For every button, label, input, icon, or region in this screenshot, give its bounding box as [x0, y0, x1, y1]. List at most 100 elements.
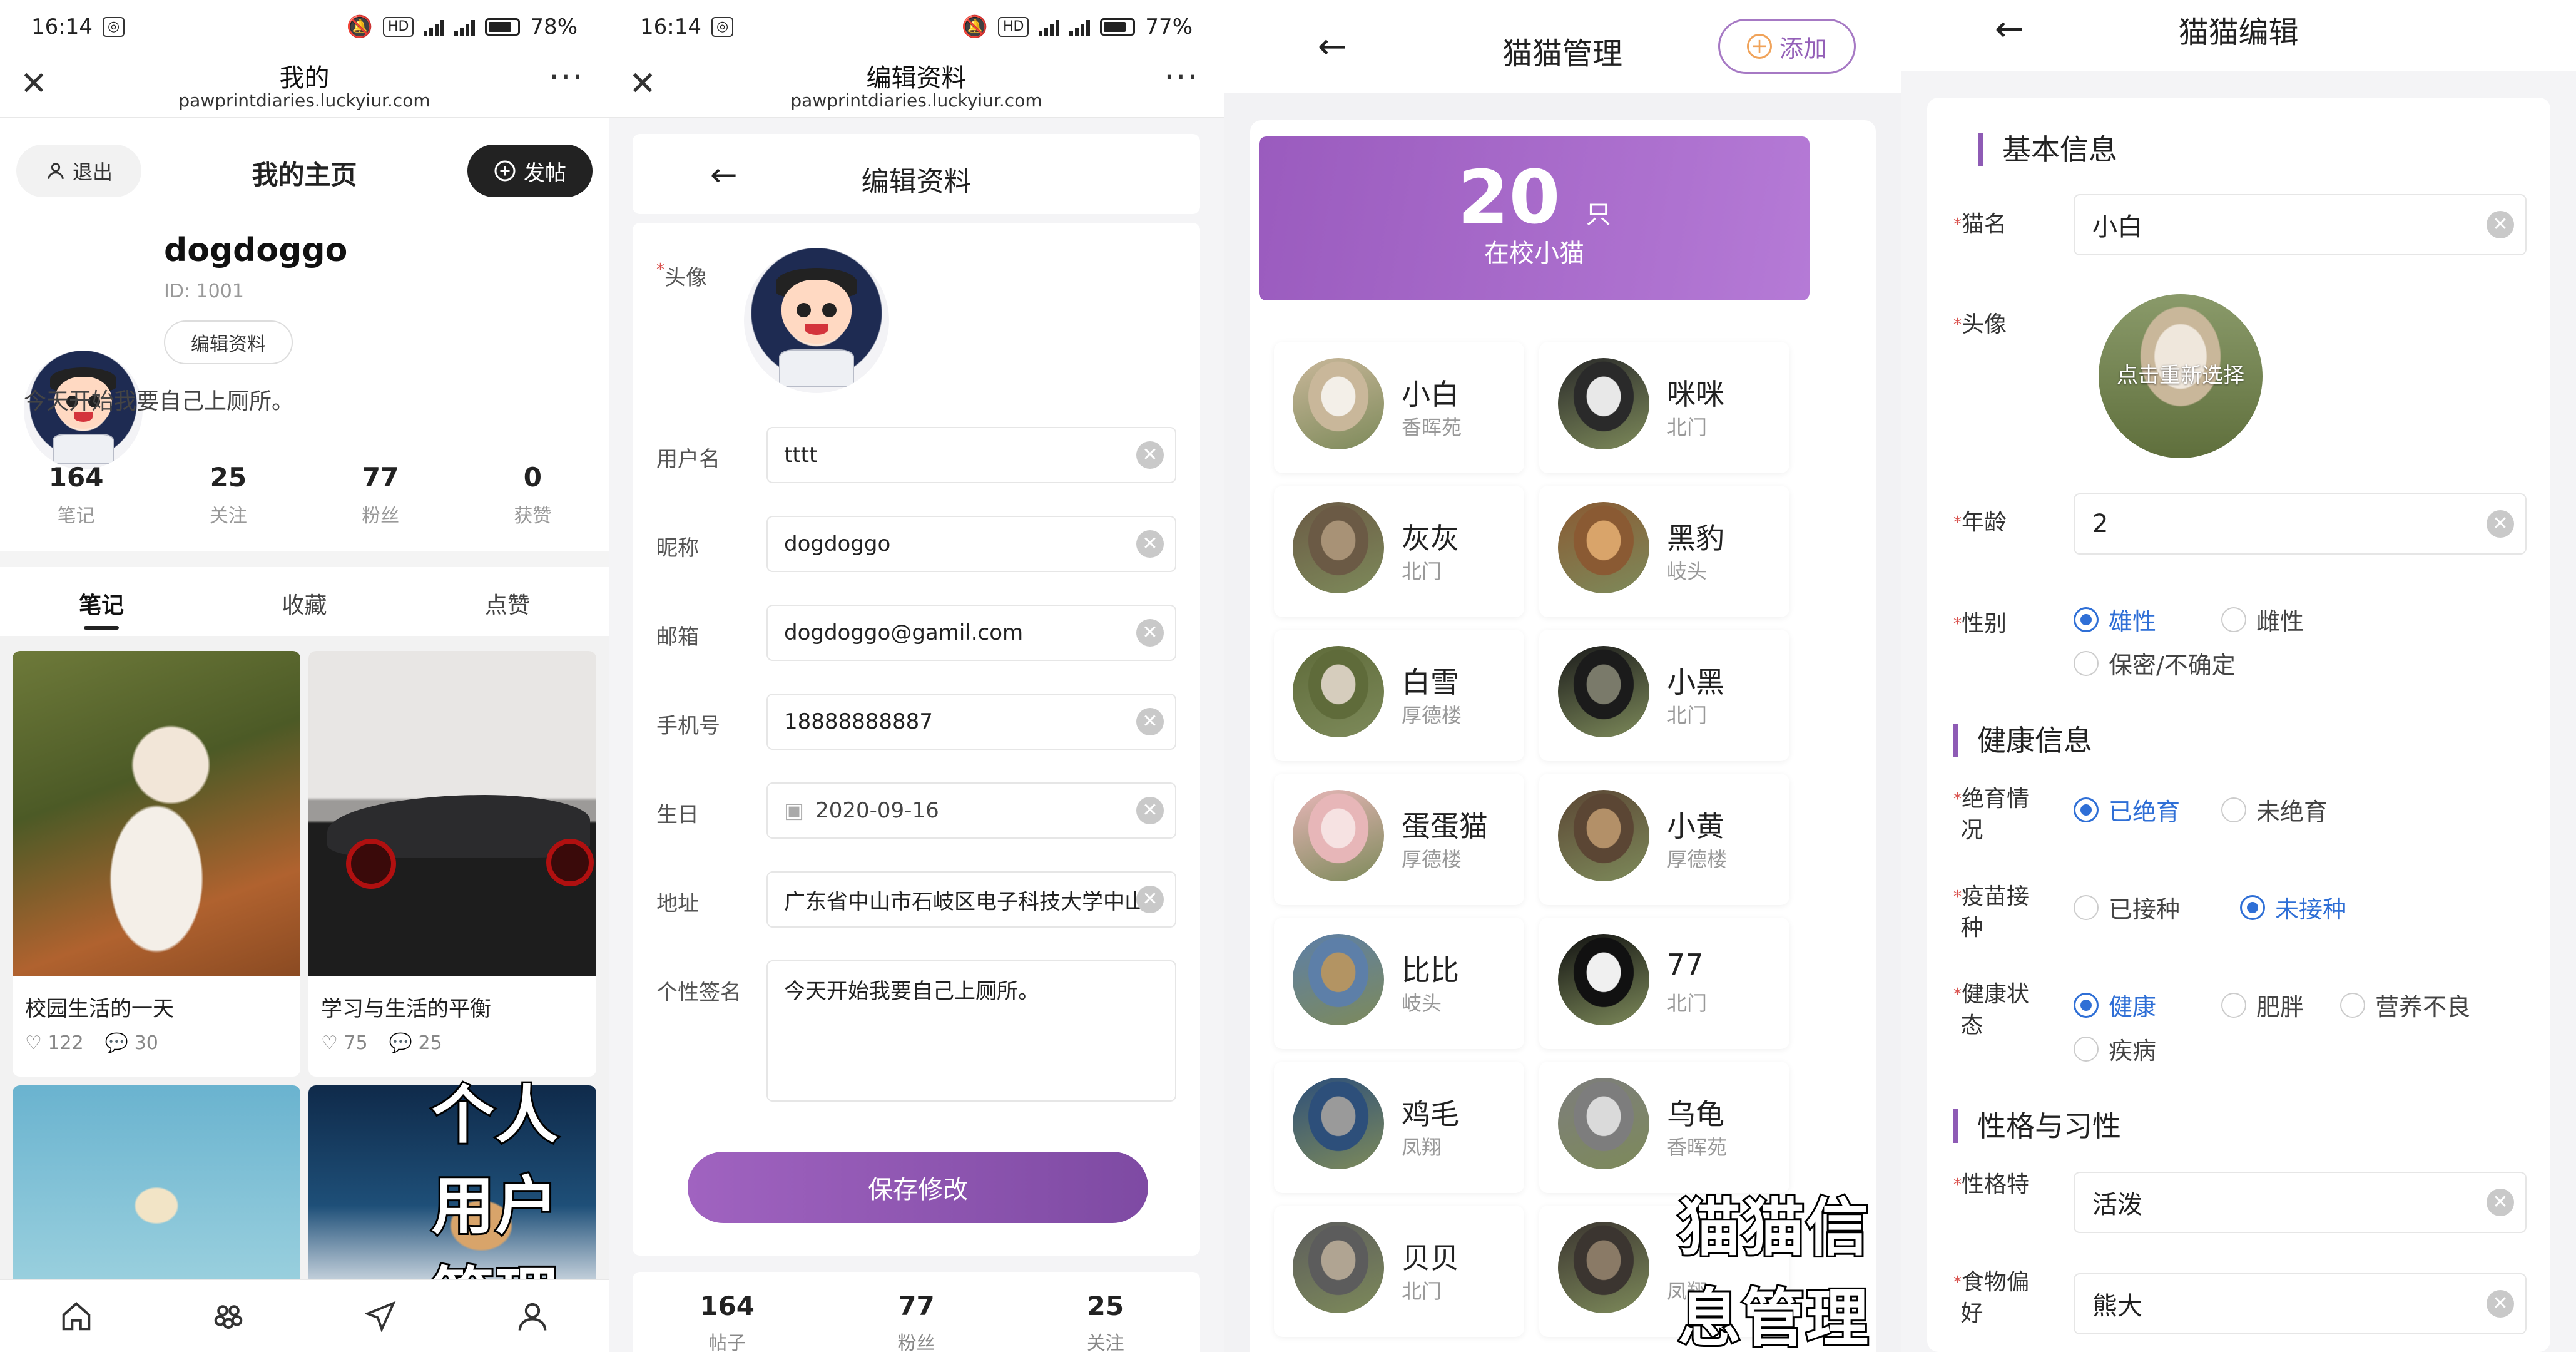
radio-not-vaccinated[interactable]: 未接种 — [2240, 890, 2346, 924]
radio-female[interactable]: 雌性 — [2221, 602, 2304, 637]
tab-favorites[interactable]: 收藏 — [203, 567, 405, 636]
battery-icon — [1100, 18, 1136, 36]
stat-followers[interactable]: 77 粉丝 — [822, 1272, 1011, 1352]
radio-malnourished[interactable]: 营养不良 — [2340, 988, 2470, 1022]
cat-location: 香晖苑 — [1402, 416, 1462, 439]
stat-following[interactable]: 25 关注 — [152, 462, 304, 528]
post-title: 校园生活的一天 — [25, 996, 174, 1022]
signal-2-icon — [1069, 18, 1091, 36]
tab-likes[interactable]: 点赞 — [406, 567, 609, 636]
calendar-icon: ▣ — [784, 798, 805, 823]
clear-icon[interactable]: ✕ — [1136, 797, 1164, 824]
bottom-tab-bar — [0, 1279, 609, 1352]
clear-icon[interactable]: ✕ — [2487, 1290, 2514, 1318]
cat-card[interactable]: 乌龟 香晖苑 — [1539, 1062, 1789, 1193]
cat-avatar-picker[interactable]: 点击重新选择 — [2099, 294, 2263, 458]
stat-notes[interactable]: 164 笔记 — [0, 462, 152, 528]
send-icon[interactable] — [305, 1280, 457, 1352]
cat-card[interactable]: 蛋蛋猫 厚德楼 — [1274, 774, 1524, 905]
profile-icon[interactable] — [457, 1280, 609, 1352]
cat-photo — [1293, 1222, 1384, 1313]
cat-photo — [1293, 358, 1384, 449]
more-icon[interactable]: ··· — [549, 61, 584, 94]
comment-icon: 💬 — [104, 1032, 129, 1054]
email-input[interactable]: dogdoggo@gamil.com ✕ — [766, 605, 1176, 661]
browser-title: 我的 — [279, 64, 330, 93]
cat-edit-panel: ← 猫猫编辑 基本信息 *猫名 小白 ✕ *头像 *年龄 2 ✕ *性别 雄性 雌性… — [1901, 0, 2576, 1352]
tab-notes[interactable]: 笔记 — [0, 567, 203, 636]
cat-location: 北门 — [1667, 991, 1708, 1015]
clear-icon[interactable]: ✕ — [1136, 886, 1164, 913]
section-health: 健康信息 — [1953, 724, 2092, 757]
stat-followers[interactable]: 77 粉丝 — [305, 462, 457, 528]
cat-card[interactable]: 灰灰 北门 — [1274, 486, 1524, 617]
post-image — [13, 1085, 300, 1286]
cat-age-input[interactable]: 2 ✕ — [2074, 493, 2527, 555]
comment-icon: 💬 — [389, 1032, 412, 1054]
stat-following[interactable]: 25 关注 — [1011, 1272, 1200, 1352]
post-button[interactable]: 发帖 — [467, 145, 593, 197]
birthday-input[interactable]: ▣ 2020-09-16 ✕ — [766, 782, 1176, 839]
clear-icon[interactable]: ✕ — [1136, 708, 1164, 735]
cat-card[interactable]: 小黄 厚德楼 — [1539, 774, 1789, 905]
nickname-input[interactable]: dogdoggo ✕ — [766, 516, 1176, 572]
radio-not-sterilized[interactable]: 未绝育 — [2221, 792, 2328, 827]
food-input[interactable]: 熊大 ✕ — [2074, 1273, 2527, 1334]
cat-name-input[interactable]: 小白 ✕ — [2074, 194, 2527, 255]
trait-input[interactable]: 活泼 ✕ — [2074, 1172, 2527, 1233]
plus-icon: + — [1746, 34, 1772, 59]
cat-card[interactable]: 白雪 厚德楼 — [1274, 630, 1524, 761]
more-icon[interactable]: ··· — [1164, 61, 1199, 94]
radio-sterilized[interactable]: 已绝育 — [2074, 792, 2180, 827]
radio-sick[interactable]: 疾病 — [2074, 1032, 2156, 1066]
radio-male[interactable]: 雄性 — [2074, 602, 2156, 637]
cat-location: 厚德楼 — [1667, 848, 1728, 871]
cat-photo — [1293, 934, 1384, 1025]
clear-icon[interactable]: ✕ — [1136, 619, 1164, 647]
username-input[interactable]: tttt ✕ — [766, 427, 1176, 483]
cat-name: 77 — [1667, 948, 1704, 981]
stat-posts[interactable]: 164 帖子 — [633, 1272, 822, 1352]
post-card[interactable]: 校园生活的一天 ♡ 122 💬 30 — [13, 651, 300, 1077]
plus-circle-icon — [494, 160, 516, 182]
cat-name: 比比 — [1402, 953, 1459, 987]
cat-card[interactable]: 77 北门 — [1539, 918, 1789, 1049]
address-input[interactable]: 广东省中山市石岐区电子科技大学中山 ✕ — [766, 871, 1176, 928]
battery-level: 77% — [1145, 14, 1193, 39]
cat-card[interactable]: 比比 岐头 — [1274, 918, 1524, 1049]
add-cat-button[interactable]: + 添加 — [1718, 19, 1856, 74]
radio-vaccinated[interactable]: 已接种 — [2074, 890, 2180, 924]
cat-location: 厚德楼 — [1402, 848, 1462, 871]
radio-obese[interactable]: 肥胖 — [2221, 988, 2304, 1022]
cat-card[interactable]: 咪咪 北门 — [1539, 342, 1789, 473]
cat-card[interactable]: 小白 香晖苑 — [1274, 342, 1524, 473]
cat-card[interactable]: 贝贝 北门 — [1274, 1206, 1524, 1337]
paw-icon[interactable] — [152, 1280, 304, 1352]
avatar-picker[interactable] — [744, 248, 889, 393]
section-basic: 基本信息 — [1978, 133, 2117, 166]
save-button[interactable]: 保存修改 — [688, 1152, 1148, 1223]
clear-icon[interactable]: ✕ — [2487, 211, 2514, 238]
post-card[interactable] — [13, 1085, 300, 1286]
signature-textarea[interactable]: 今天开始我要自己上厕所。 — [766, 960, 1176, 1102]
cat-card[interactable]: 黑豹 岐头 — [1539, 486, 1789, 617]
post-label: 发帖 — [524, 160, 566, 186]
cat-card[interactable]: 小黑 北门 — [1539, 630, 1789, 761]
clear-icon[interactable]: ✕ — [1136, 441, 1164, 469]
clear-icon[interactable]: ✕ — [2487, 510, 2514, 538]
post-card[interactable]: 学习与生活的平衡 ♡ 75 💬 25 — [308, 651, 596, 1077]
phone-input[interactable]: 18888888887 ✕ — [766, 694, 1176, 750]
radio-unknown[interactable]: 保密/不确定 — [2074, 646, 2236, 680]
edit-profile-button[interactable]: 编辑资料 — [164, 320, 293, 364]
radio-healthy[interactable]: 健康 — [2074, 988, 2156, 1022]
cat-count-label: 在校小猫 — [1484, 239, 1584, 268]
email-label: 邮箱 — [656, 625, 699, 650]
cat-card[interactable]: 鸡毛 凤翔 — [1274, 1062, 1524, 1193]
page-title: 猫猫编辑 — [2178, 15, 2299, 50]
clear-icon[interactable]: ✕ — [2487, 1189, 2514, 1216]
home-icon[interactable] — [0, 1280, 152, 1352]
clear-icon[interactable]: ✕ — [1136, 530, 1164, 558]
stat-likes[interactable]: 0 获赞 — [457, 462, 609, 528]
browser-url: pawprintdiaries.luckyiur.com — [178, 90, 430, 111]
battery-level: 78% — [530, 14, 578, 39]
